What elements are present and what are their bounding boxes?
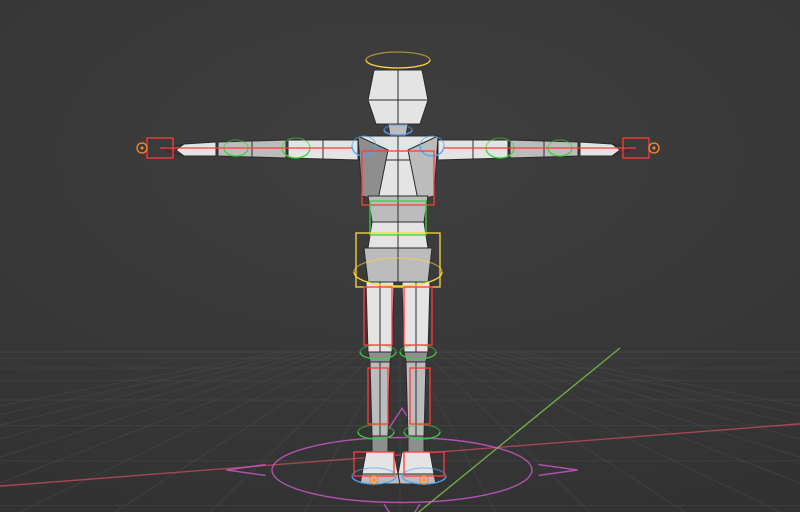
- root-control[interactable]: [0, 0, 800, 512]
- rig-controls[interactable]: [0, 0, 800, 512]
- viewport-3d[interactable]: [0, 0, 800, 512]
- character-mesh[interactable]: [0, 0, 800, 512]
- floor-grid: [0, 0, 800, 512]
